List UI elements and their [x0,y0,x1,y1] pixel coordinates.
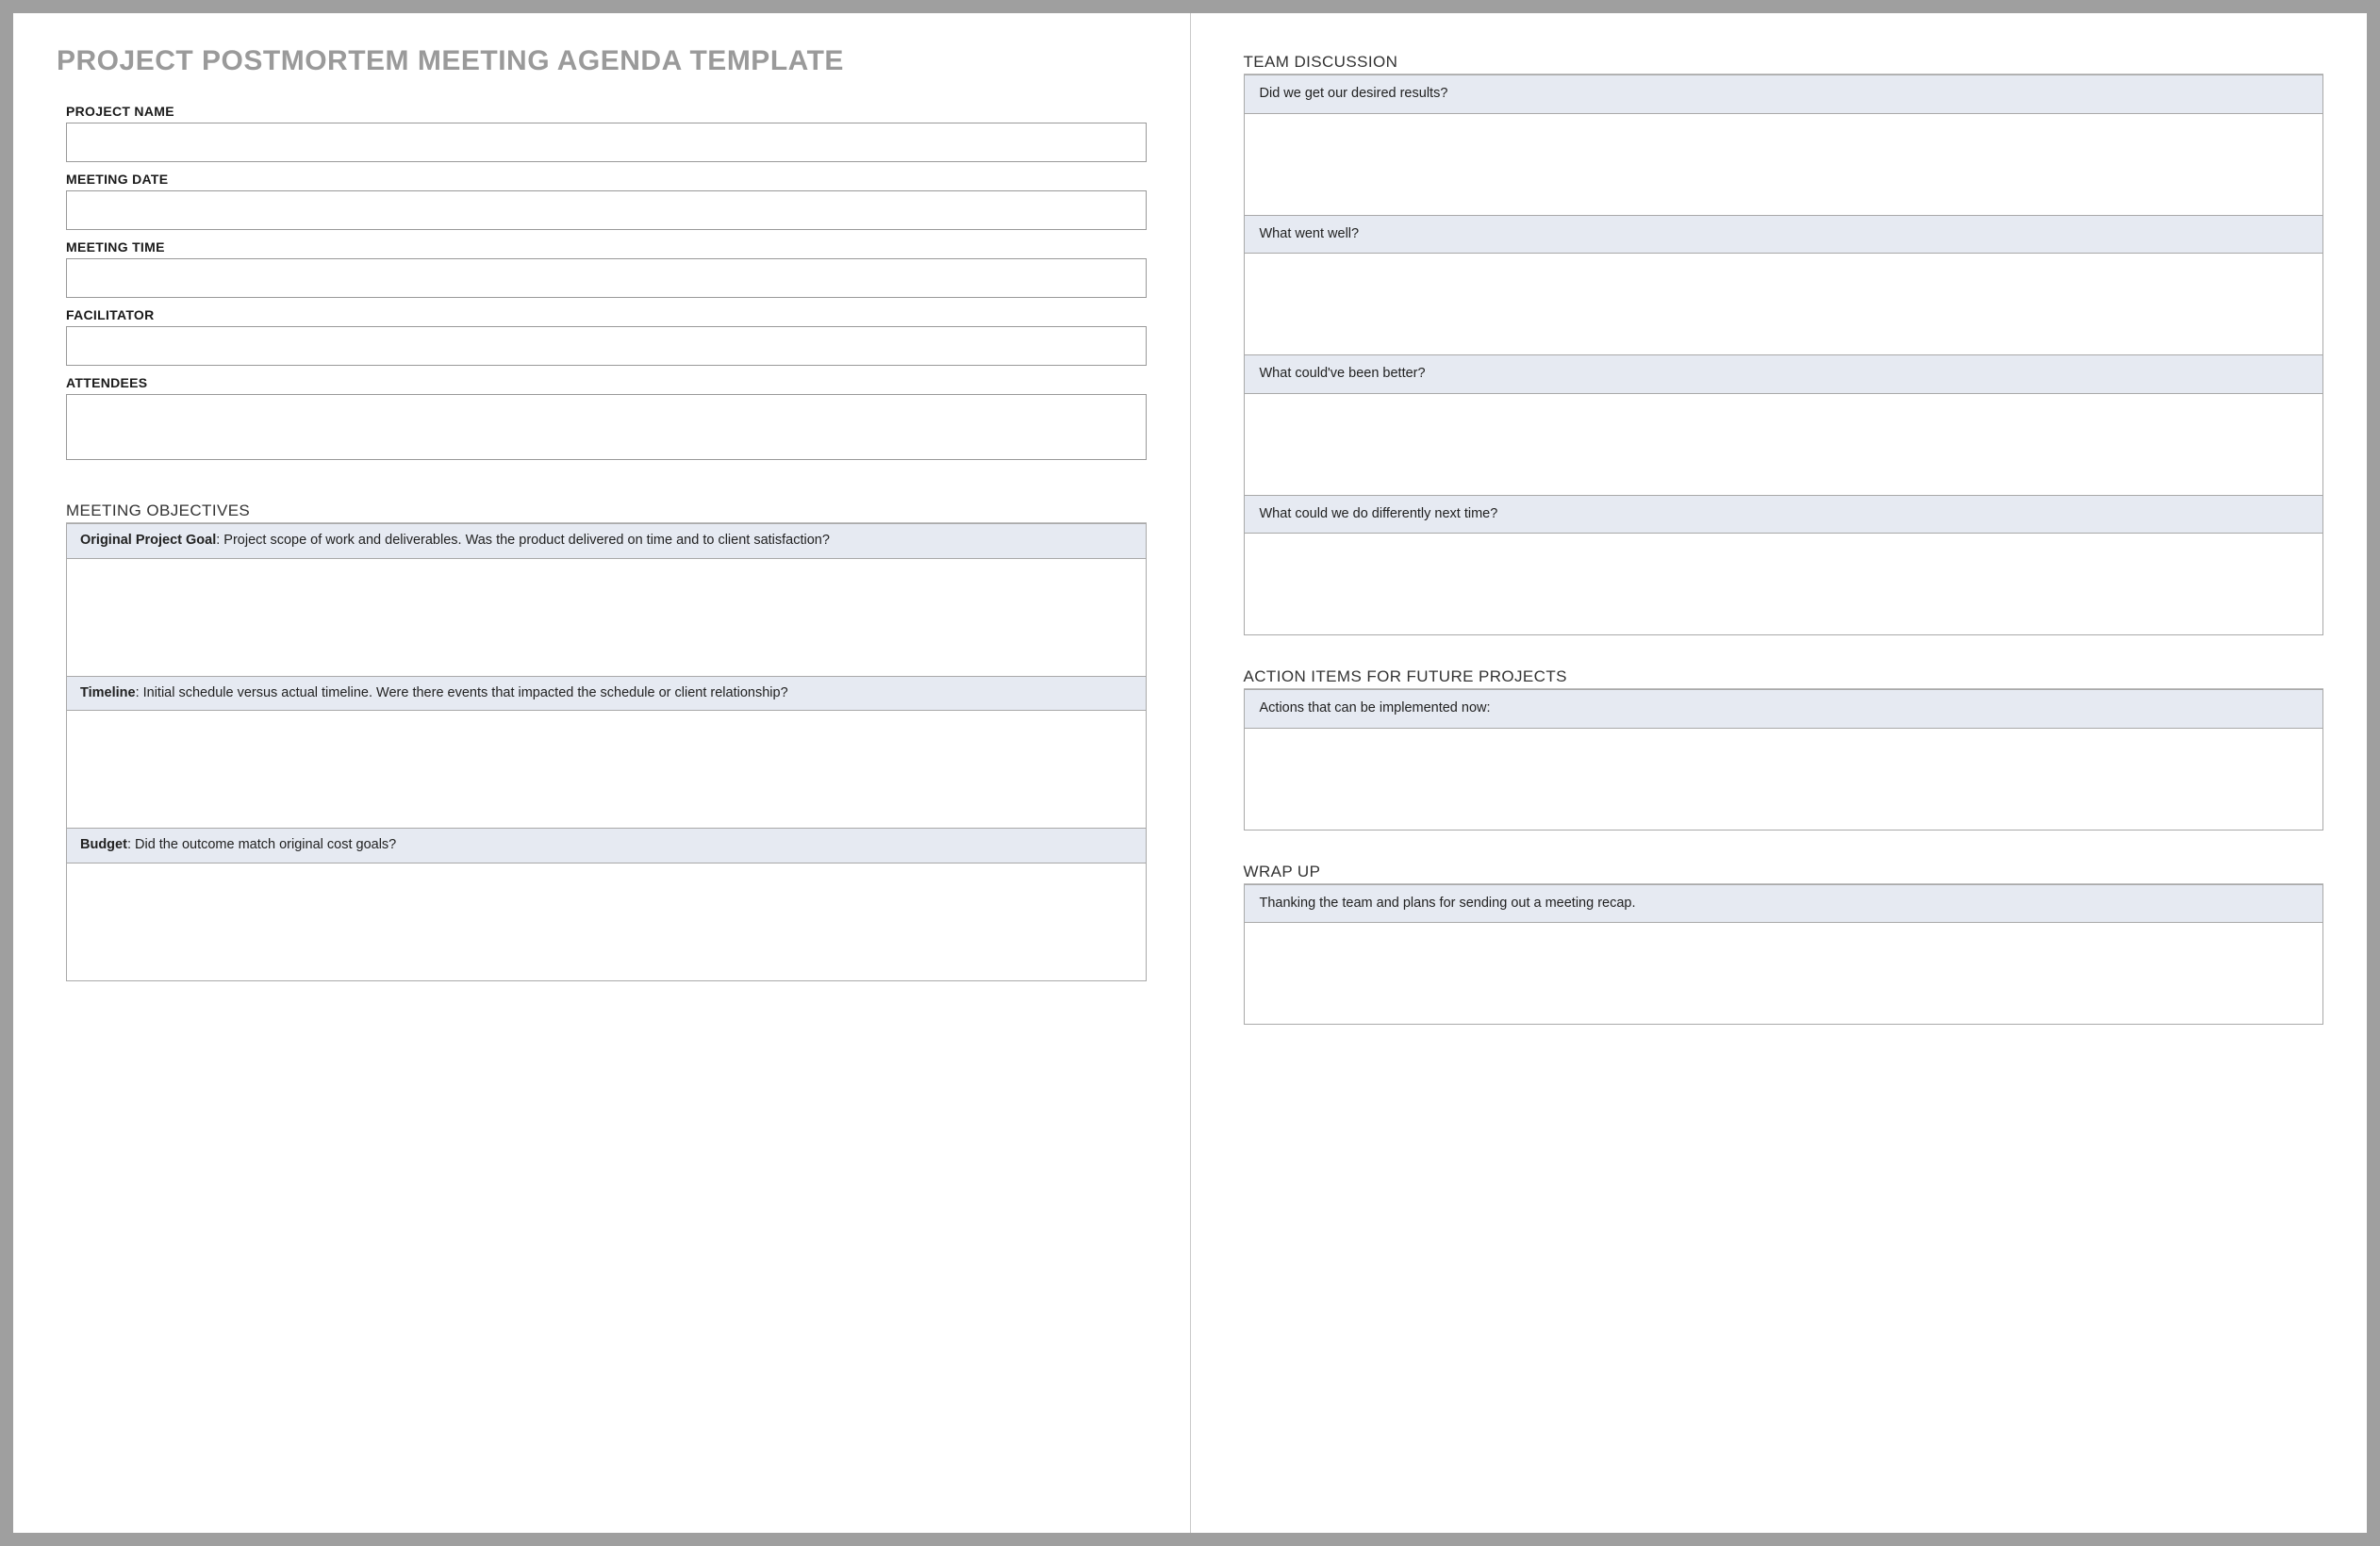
input-facilitator[interactable] [66,326,1147,366]
label-project-name: PROJECT NAME [66,104,1147,119]
section-wrap-up: WRAP UP Thanking the team and plans for … [1244,863,2324,1026]
action-prompt-now: Actions that can be implemented now: [1244,689,2324,729]
objective-input-goal[interactable] [66,559,1147,677]
objective-text-budget: : Did the outcome match original cost go… [127,837,396,852]
objective-prompt-goal: Original Project Goal: Project scope of … [66,523,1147,559]
section-meeting-objectives: MEETING OBJECTIVES Original Project Goal… [66,502,1147,981]
wrapup-prompt-thanks: Thanking the team and plans for sending … [1244,884,2324,924]
input-meeting-date[interactable] [66,190,1147,230]
heading-wrap-up: WRAP UP [1244,863,2324,884]
objective-bold-timeline: Timeline [80,685,136,700]
discussion-input-results[interactable] [1244,114,2324,216]
objective-input-timeline[interactable] [66,711,1147,829]
discussion-prompt-differently: What could we do differently next time? [1244,496,2324,535]
objective-prompt-timeline: Timeline: Initial schedule versus actual… [66,677,1147,712]
input-attendees[interactable] [66,394,1147,460]
wrapup-input-thanks[interactable] [1244,923,2324,1025]
field-meeting-date: MEETING DATE [66,172,1147,230]
heading-meeting-objectives: MEETING OBJECTIVES [66,502,1147,523]
label-facilitator: FACILITATOR [66,307,1147,322]
objective-bold-goal: Original Project Goal [80,533,216,548]
discussion-prompt-better: What could've been better? [1244,355,2324,394]
discussion-prompt-well: What went well? [1244,216,2324,255]
discussion-prompt-results: Did we get our desired results? [1244,74,2324,114]
objective-prompt-budget: Budget: Did the outcome match original c… [66,829,1147,863]
label-meeting-time: MEETING TIME [66,239,1147,255]
input-meeting-time[interactable] [66,258,1147,298]
heading-action-items: ACTION ITEMS FOR FUTURE PROJECTS [1244,667,2324,689]
heading-team-discussion: TEAM DISCUSSION [1244,53,2324,74]
discussion-input-well[interactable] [1244,254,2324,355]
label-attendees: ATTENDEES [66,375,1147,390]
field-meeting-time: MEETING TIME [66,239,1147,298]
objective-bold-budget: Budget [80,837,127,852]
action-input-now[interactable] [1244,729,2324,831]
field-project-name: PROJECT NAME [66,104,1147,162]
input-project-name[interactable] [66,123,1147,162]
objective-input-budget[interactable] [66,863,1147,981]
section-action-items: ACTION ITEMS FOR FUTURE PROJECTS Actions… [1244,667,2324,831]
right-column: TEAM DISCUSSION Did we get our desired r… [1191,13,2368,1533]
document-sheet: PROJECT POSTMORTEM MEETING AGENDA TEMPLA… [13,13,2367,1533]
discussion-input-differently[interactable] [1244,534,2324,635]
objective-text-timeline: : Initial schedule versus actual timelin… [136,685,788,700]
field-facilitator: FACILITATOR [66,307,1147,366]
discussion-input-better[interactable] [1244,394,2324,496]
document-title: PROJECT POSTMORTEM MEETING AGENDA TEMPLA… [57,45,1147,77]
field-attendees: ATTENDEES [66,375,1147,460]
section-team-discussion: TEAM DISCUSSION Did we get our desired r… [1244,53,2324,635]
left-column: PROJECT POSTMORTEM MEETING AGENDA TEMPLA… [13,13,1191,1533]
label-meeting-date: MEETING DATE [66,172,1147,187]
objective-text-goal: : Project scope of work and deliverables… [216,533,830,548]
